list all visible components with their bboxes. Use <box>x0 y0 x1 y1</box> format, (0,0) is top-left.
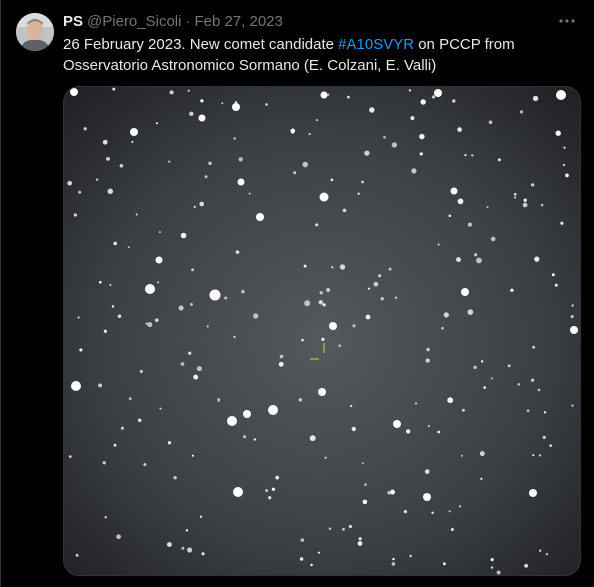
tweet-text-intro: 26 February 2023. New comet candidate <box>63 36 339 53</box>
display-name[interactable]: PS <box>63 13 83 30</box>
avatar[interactable] <box>16 13 54 51</box>
star-field-image <box>64 87 580 575</box>
tweet-date[interactable]: Feb 27, 2023 <box>194 13 282 30</box>
tweet-card[interactable]: PS @Piero_Sicoli · Feb 27, 2023 26 Febru… <box>0 0 594 587</box>
more-horizontal-icon[interactable] <box>556 10 578 32</box>
user-handle[interactable]: @Piero_Sicoli <box>87 13 181 30</box>
tweet-text: 26 February 2023. New comet candidate #A… <box>63 34 578 76</box>
tweet-header: PS @Piero_Sicoli · Feb 27, 2023 <box>63 11 283 31</box>
separator-dot: · <box>185 12 191 30</box>
user-avatar-image <box>16 13 54 51</box>
hashtag-link[interactable]: #A10SVYR <box>338 36 414 53</box>
tweet-image[interactable] <box>63 86 581 576</box>
